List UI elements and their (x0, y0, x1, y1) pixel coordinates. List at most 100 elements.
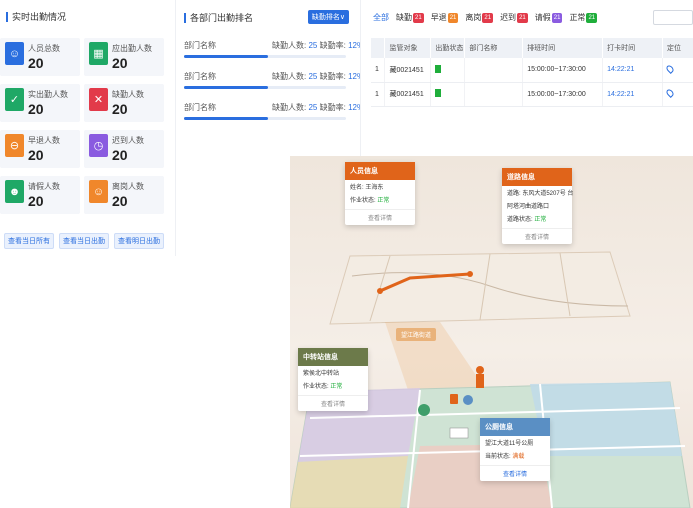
table-row[interactable]: 1 藏0021451 15:00:00~17:30:00 14:22:21 (371, 82, 693, 107)
quick-links: 查看当日所有 查看当日出勤 查看明日出勤 (4, 233, 164, 249)
filter-tab[interactable]: 请假 21 (535, 12, 563, 23)
stat-value: 20 (112, 101, 128, 117)
supervised-object: 藏0021451 (384, 58, 432, 83)
row-index: 1 (371, 82, 386, 107)
stat-label: 实出勤人数 (28, 90, 68, 99)
row-index: 1 (371, 58, 386, 83)
stat-card[interactable]: ◷ 迟到人数 20 (84, 130, 164, 168)
person-away-icon: ☺ (89, 180, 108, 203)
count-badge: 21 (447, 12, 459, 23)
stat-value: 20 (112, 147, 128, 163)
stat-value: 20 (112, 193, 128, 209)
department-row[interactable]: 部门名称 缺勤人数: 25 缺勤率: 12% (184, 102, 364, 126)
quick-link-button[interactable]: 查看当日所有 (4, 233, 54, 249)
location-pin-icon[interactable] (665, 63, 675, 74)
view-details-link[interactable]: 查看详情 (480, 465, 550, 481)
stat-label: 人员总数 (28, 44, 60, 53)
attendance-table: 监管对象 出勤状态 部门名称 排班时间 打卡时间 定位 1 藏0021451 15:00:00… (371, 38, 693, 107)
title-accent (184, 12, 186, 23)
filter-tab[interactable]: 全部 (373, 12, 389, 23)
absence-progress-bar (184, 55, 346, 58)
card-line: 紫侯北中转站 (303, 371, 340, 377)
card-line: 姓名: 王海东 (350, 185, 384, 191)
stat-grid: ☺ 人员总数 20 ▦ 应出勤人数 20 ✓ 实出勤人数 20 ✕ 缺勤人数 20 ⊖ 早退人数 20 ◷ 迟到… (0, 38, 166, 214)
column-header: 监管对象 (384, 38, 432, 58)
column-header: 定位 (662, 38, 693, 58)
department-stats: 缺勤人数: 25 缺勤率: 12% (272, 41, 365, 50)
punch-time: 14:22:21 (602, 58, 664, 83)
card-header: 公厕信息 (480, 418, 550, 436)
card-header: 道路信息 (502, 168, 572, 186)
shift-time: 15:00:00~17:30:00 (522, 58, 604, 83)
stat-value: 20 (28, 55, 44, 71)
search-input[interactable] (653, 10, 693, 25)
column-header (371, 38, 386, 58)
department-row[interactable]: 部门名称 缺勤人数: 25 缺勤率: 12% (184, 40, 364, 64)
card-line: 作业状态: 正常 (350, 198, 390, 204)
stat-card[interactable]: ☻ 请假人数 20 (0, 176, 80, 214)
card-line: 望江大道11号公厕 (485, 441, 534, 447)
department-stats: 缺勤人数: 25 缺勤率: 12% (272, 72, 365, 81)
quick-link-button[interactable]: 查看当日出勤 (59, 233, 109, 249)
stat-value: 20 (28, 101, 44, 117)
count-badge: 21 (517, 12, 528, 23)
location-cell[interactable] (662, 82, 693, 107)
stat-card[interactable]: ☺ 人员总数 20 (0, 38, 80, 76)
stat-label: 请假人数 (28, 182, 60, 191)
realtime-attendance-title: 实时出勤情况 (12, 12, 67, 22)
column-header: 排班时间 (522, 38, 604, 58)
count-badge: 21 (586, 12, 598, 23)
punch-time: 14:22:21 (602, 82, 664, 107)
column-header: 部门名称 (464, 38, 524, 58)
quick-link-button[interactable]: 查看明日出勤 (114, 233, 164, 249)
status-indicator-icon (435, 64, 442, 73)
department-name (464, 58, 524, 83)
sort-dropdown-button[interactable]: 缺勤排名∨ (307, 10, 349, 24)
location-pin-icon[interactable] (665, 88, 675, 98)
person-info-card[interactable]: 人员信息 姓名: 王海东 作业状态: 正常 查看详情 (345, 162, 415, 225)
stat-label: 迟到人数 (112, 136, 144, 145)
filter-tab[interactable]: 早退 21 (431, 12, 459, 23)
transfer-station-card[interactable]: 中转站信息 紫侯北中转站 作业状态: 正常 查看详情 (298, 348, 368, 411)
stat-card[interactable]: ☺ 离岗人数 20 (84, 176, 164, 214)
view-details-link[interactable]: 查看详情 (298, 395, 368, 411)
clock-icon: ◷ (89, 134, 108, 157)
stat-label: 离岗人数 (112, 182, 144, 191)
road-info-card[interactable]: 道路信息 道路: 东风大道5207号 台 阿塔河曲道路口 道路状态: 正常 查看… (502, 168, 574, 244)
stat-card[interactable]: ✓ 实出勤人数 20 (0, 84, 80, 122)
panel-title: 实时出勤情况 (0, 0, 166, 23)
attendance-dashboard: 实时出勤情况 ☺ 人员总数 20 ▦ 应出勤人数 20 ✓ 实出勤人数 20 ✕ 缺勤人数 20 ⊖ 早退… (0, 0, 693, 508)
table-body: 1 藏0021451 15:00:00~17:30:00 14:22:21 1 藏0021… (371, 58, 693, 107)
location-cell[interactable] (662, 58, 693, 83)
stat-card[interactable]: ✕ 缺勤人数 20 (84, 84, 164, 122)
count-badge: 21 (551, 12, 563, 23)
stat-value: 20 (28, 193, 44, 209)
view-details-link[interactable]: 查看详情 (502, 228, 572, 244)
stat-label: 应出勤人数 (112, 44, 152, 53)
filter-tab[interactable]: 迟到 21 (500, 12, 528, 23)
department-name: 部门名称 (184, 103, 216, 112)
filter-tab[interactable]: 离岗 21 (465, 12, 494, 23)
count-badge: 21 (482, 12, 494, 23)
worker-figure (476, 366, 484, 374)
realtime-attendance-panel: 实时出勤情况 ☺ 人员总数 20 ▦ 应出勤人数 20 ✓ 实出勤人数 20 ✕ 缺勤人数 20 ⊖ 早退… (0, 0, 166, 256)
card-header: 人员信息 (345, 162, 415, 180)
stat-label: 早退人数 (28, 136, 60, 145)
stat-card[interactable]: ⊖ 早退人数 20 (0, 130, 80, 168)
column-header: 打卡时间 (602, 38, 664, 58)
department-row[interactable]: 部门名称 缺勤人数: 25 缺勤率: 12% (184, 71, 364, 95)
card-line: 阿塔河曲道路口 (507, 204, 550, 210)
title-accent (6, 11, 8, 22)
table-row[interactable]: 1 藏0021451 15:00:00~17:30:00 14:22:21 (371, 58, 693, 83)
column-header: 出勤状态 (430, 38, 466, 58)
toilet-info-card[interactable]: 公厕信息 望江大道11号公厕 当前状态: 满载 查看详情 (480, 418, 550, 481)
zone-label: 望江路街道 (396, 328, 437, 341)
filter-tab[interactable]: 正常 21 (569, 12, 598, 23)
table-header: 监管对象 出勤状态 部门名称 排班时间 打卡时间 定位 (371, 38, 693, 58)
filter-tab[interactable]: 缺勤 21 (396, 12, 424, 23)
department-stats: 缺勤人数: 25 缺勤率: 12% (272, 103, 365, 112)
view-details-link[interactable]: 查看详情 (345, 209, 415, 225)
card-line: 道路: 东风大道5207号 台 (507, 191, 574, 197)
attendance-status (430, 58, 466, 83)
stat-card[interactable]: ▦ 应出勤人数 20 (84, 38, 164, 76)
